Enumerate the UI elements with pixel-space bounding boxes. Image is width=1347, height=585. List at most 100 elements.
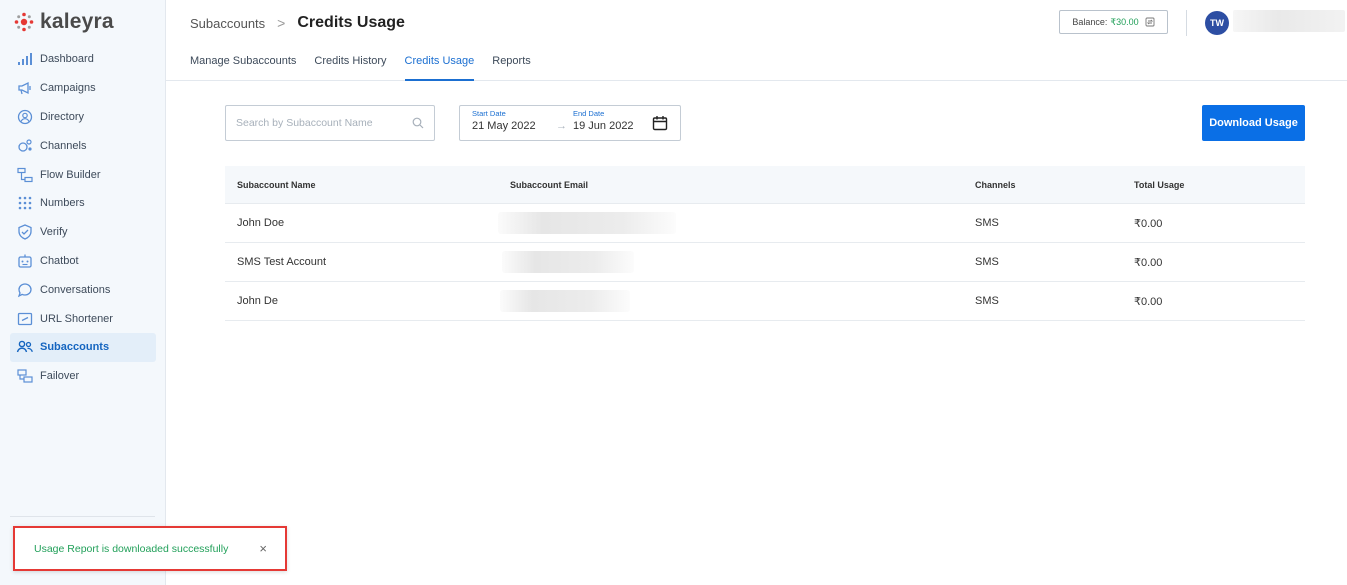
usage-table: Subaccount Name Subaccount Email Channel… bbox=[225, 166, 1305, 321]
arrow-right-icon: → bbox=[556, 120, 567, 132]
failover-icon bbox=[16, 367, 34, 385]
brand-logo[interactable]: kaleyra bbox=[14, 10, 114, 34]
email-redacted bbox=[498, 212, 676, 234]
column-header-name: Subaccount Name bbox=[237, 179, 316, 190]
breadcrumb-parent[interactable]: Subaccounts bbox=[190, 16, 265, 31]
start-date-value: 21 May 2022 bbox=[472, 120, 536, 132]
start-date[interactable]: Start Date 21 May 2022 bbox=[472, 109, 536, 132]
sidebar-item-label: Chatbot bbox=[40, 254, 79, 267]
sidebar-item-label: Channels bbox=[40, 139, 87, 152]
cell-channel: SMS bbox=[975, 217, 999, 229]
sidebar-item-label: URL Shortener bbox=[40, 312, 113, 325]
end-date[interactable]: End Date 19 Jun 2022 bbox=[573, 109, 634, 132]
sidebar-divider bbox=[10, 516, 155, 517]
sidebar-item-channels[interactable]: Channels bbox=[10, 131, 156, 160]
header-divider bbox=[1186, 10, 1187, 36]
success-toast: Usage Report is downloaded successfully … bbox=[13, 526, 287, 571]
cell-email bbox=[500, 282, 963, 320]
download-usage-button[interactable]: Download Usage bbox=[1202, 105, 1305, 141]
tab-credits-history[interactable]: Credits History bbox=[314, 48, 386, 81]
page-header: Subaccounts > Credits Usage Balance: ₹30… bbox=[166, 0, 1347, 81]
cell-name: John De bbox=[237, 295, 278, 307]
table-row[interactable]: John Doe SMS ₹0.00 bbox=[225, 204, 1305, 243]
megaphone-icon bbox=[16, 79, 34, 97]
sidebar-item-label: Verify bbox=[40, 226, 68, 239]
column-header-email: Subaccount Email bbox=[510, 179, 589, 190]
breadcrumb-separator-icon: > bbox=[277, 15, 286, 31]
breadcrumb: Subaccounts > Credits Usage bbox=[190, 14, 405, 32]
bar-chart-icon bbox=[16, 50, 34, 68]
sidebar-item-campaigns[interactable]: Campaigns bbox=[10, 74, 156, 103]
column-header-channels: Channels bbox=[975, 179, 1016, 190]
sidebar-item-url-shortener[interactable]: URL Shortener bbox=[10, 304, 156, 333]
kaleyra-logo-icon bbox=[14, 12, 34, 32]
app-root: kaleyra Dashboard Campaigns Directory Ch… bbox=[0, 0, 1347, 585]
sidebar-item-numbers[interactable]: Numbers bbox=[10, 189, 156, 218]
toast-message: Usage Report is downloaded successfully bbox=[34, 542, 229, 555]
sidebar-item-flow-builder[interactable]: Flow Builder bbox=[10, 160, 156, 189]
tab-credits-usage[interactable]: Credits Usage bbox=[404, 48, 474, 81]
tab-bar: Manage Subaccounts Credits History Credi… bbox=[190, 48, 549, 81]
cell-usage: ₹0.00 bbox=[1134, 256, 1163, 269]
cell-usage: ₹0.00 bbox=[1134, 295, 1163, 308]
table-header: Subaccount Name Subaccount Email Channel… bbox=[225, 166, 1305, 204]
sidebar: kaleyra Dashboard Campaigns Directory Ch… bbox=[0, 0, 166, 585]
grid-dots-icon bbox=[16, 194, 34, 212]
cell-channel: SMS bbox=[975, 295, 999, 307]
sidebar-item-directory[interactable]: Directory bbox=[10, 103, 156, 132]
email-redacted bbox=[500, 290, 630, 312]
email-redacted bbox=[502, 251, 634, 273]
sidebar-item-verify[interactable]: Verify bbox=[10, 218, 156, 247]
sidebar-item-label: Campaigns bbox=[40, 82, 96, 95]
cell-name: John Doe bbox=[237, 217, 285, 229]
table-row[interactable]: SMS Test Account SMS ₹0.00 bbox=[225, 243, 1305, 282]
table-row[interactable]: John De SMS ₹0.00 bbox=[225, 282, 1305, 321]
start-date-label: Start Date bbox=[472, 109, 506, 118]
cell-usage: ₹0.00 bbox=[1134, 217, 1163, 230]
sidebar-item-label: Flow Builder bbox=[40, 168, 101, 181]
sidebar-item-label: Subaccounts bbox=[40, 341, 110, 354]
sidebar-item-failover[interactable]: Failover bbox=[10, 362, 156, 391]
date-range-picker[interactable]: Start Date 21 May 2022 → End Date 19 Jun… bbox=[459, 105, 681, 141]
shield-check-icon bbox=[16, 223, 34, 241]
sidebar-item-conversations[interactable]: Conversations bbox=[10, 275, 156, 304]
tab-manage-subaccounts[interactable]: Manage Subaccounts bbox=[190, 48, 296, 81]
chat-bubble-icon bbox=[16, 281, 34, 299]
end-date-value: 19 Jun 2022 bbox=[573, 120, 634, 132]
robot-icon bbox=[16, 252, 34, 270]
end-date-label: End Date bbox=[573, 109, 605, 118]
close-icon[interactable]: × bbox=[259, 542, 267, 555]
search-input[interactable] bbox=[236, 117, 406, 129]
cell-email bbox=[498, 204, 963, 242]
balance-label: Balance: bbox=[1072, 17, 1108, 27]
person-circle-icon bbox=[16, 108, 34, 126]
cell-channel: SMS bbox=[975, 256, 999, 268]
refresh-icon[interactable] bbox=[1145, 17, 1155, 27]
balance-badge[interactable]: Balance: ₹30.00 bbox=[1059, 10, 1168, 34]
sidebar-nav: Dashboard Campaigns Directory Channels F… bbox=[10, 45, 156, 391]
sidebar-item-label: Directory bbox=[40, 110, 85, 123]
sidebar-item-label: Dashboard bbox=[40, 53, 94, 66]
sidebar-item-label: Numbers bbox=[40, 197, 85, 210]
page-title: Credits Usage bbox=[297, 14, 405, 31]
brand-name: kaleyra bbox=[40, 10, 114, 33]
sidebar-item-chatbot[interactable]: Chatbot bbox=[10, 247, 156, 276]
user-name-redacted bbox=[1233, 10, 1345, 32]
sidebar-item-label: Conversations bbox=[40, 283, 111, 296]
sidebar-item-subaccounts[interactable]: Subaccounts bbox=[10, 332, 156, 362]
column-header-usage: Total Usage bbox=[1134, 179, 1185, 190]
cell-name: SMS Test Account bbox=[237, 256, 327, 268]
calendar-icon[interactable] bbox=[652, 115, 668, 131]
avatar[interactable]: TW bbox=[1205, 11, 1229, 35]
flow-icon bbox=[16, 166, 34, 184]
search-icon[interactable] bbox=[412, 117, 424, 129]
users-icon bbox=[16, 338, 34, 356]
tab-reports[interactable]: Reports bbox=[492, 48, 531, 81]
balance-value: ₹30.00 bbox=[1110, 16, 1139, 27]
channels-icon bbox=[16, 137, 34, 155]
sidebar-item-label: Failover bbox=[40, 370, 80, 383]
cell-email bbox=[502, 243, 963, 281]
search-box bbox=[225, 105, 435, 141]
link-box-icon bbox=[16, 310, 34, 328]
sidebar-item-dashboard[interactable]: Dashboard bbox=[10, 45, 156, 74]
